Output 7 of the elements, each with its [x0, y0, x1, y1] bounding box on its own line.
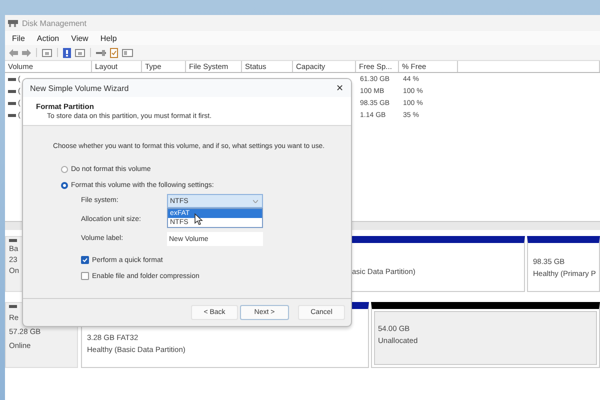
dialog-title: New Simple Volume Wizard — [30, 84, 129, 92]
window-title: Disk Management — [22, 18, 86, 28]
menu-item[interactable]: Help — [100, 34, 117, 42]
close-button[interactable]: ✕ — [333, 83, 347, 93]
menu-item[interactable]: View — [71, 34, 88, 42]
menu-item[interactable]: File — [12, 34, 25, 42]
menu-item[interactable]: Action — [36, 34, 60, 42]
